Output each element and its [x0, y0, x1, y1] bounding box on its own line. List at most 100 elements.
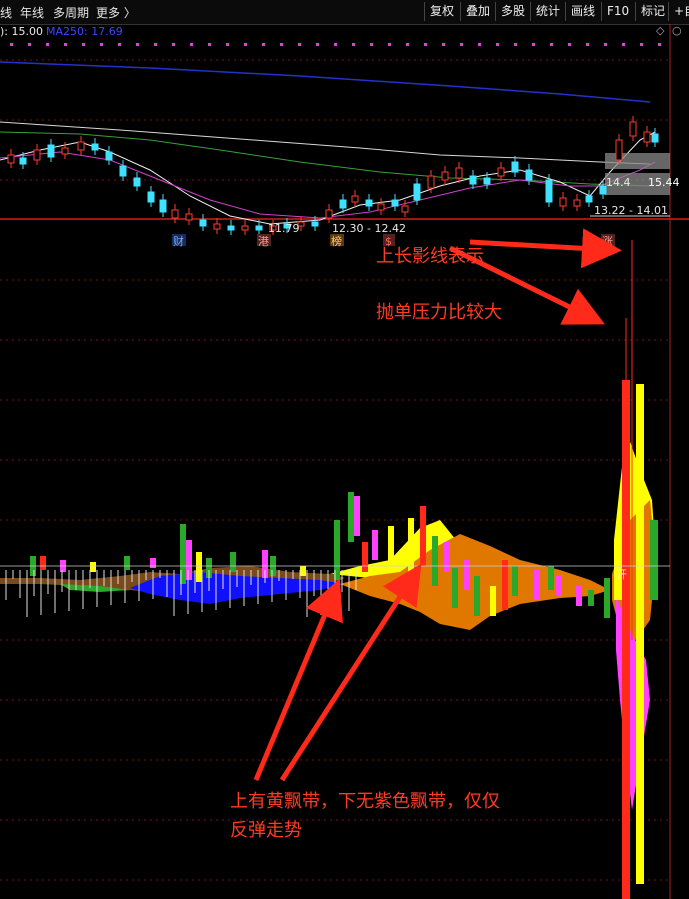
- candle-body: [615, 139, 623, 161]
- candle-body: [413, 183, 421, 201]
- signal-dot: [460, 43, 463, 46]
- indicator-bar: [432, 536, 438, 586]
- candle-body: [651, 133, 659, 143]
- range-right-label: 13.22 - 14.01: [594, 204, 668, 217]
- signal-dot: [352, 43, 355, 46]
- indicator-ribbons: [0, 430, 656, 810]
- indicator-bar: [576, 586, 582, 606]
- candle-body: [7, 154, 15, 164]
- signal-dot: [316, 43, 319, 46]
- signal-dot: [208, 43, 211, 46]
- candle-body: [159, 199, 167, 213]
- event-marker-hk[interactable]: 港: [258, 235, 269, 248]
- ma-green-line: [0, 131, 651, 187]
- event-marker-rise[interactable]: 涨: [602, 235, 613, 248]
- annotation-bottom-line2: 反弹走势: [230, 820, 302, 841]
- candle-body: [365, 199, 373, 207]
- indicator-bar: [196, 552, 202, 582]
- indicator-bar: [636, 384, 644, 884]
- indicator-bar: [300, 566, 306, 576]
- ma250-line: [0, 61, 651, 103]
- candle-body: [91, 143, 99, 151]
- candle-body: [441, 171, 449, 181]
- candle-body: [483, 177, 491, 185]
- candle-body: [105, 151, 113, 161]
- signal-dot: [118, 43, 121, 46]
- candle-body: [525, 169, 533, 181]
- indicator-bar: [348, 492, 354, 542]
- candle-body: [401, 205, 409, 213]
- candle-body: [47, 144, 55, 158]
- price-box-upper: [605, 153, 670, 169]
- signal-dot: [244, 43, 247, 46]
- signal-dots-row: [10, 43, 661, 46]
- signal-dot: [568, 43, 571, 46]
- signal-dot: [262, 43, 265, 46]
- annotation-top-line1: 上长影线表示: [376, 246, 484, 267]
- candle-body: [455, 167, 463, 179]
- annotation-top-line2: 抛单压力比较大: [376, 302, 502, 323]
- signal-dot: [100, 43, 103, 46]
- indicator-bar: [622, 380, 630, 899]
- chart-canvas: 11.79 12.30 - 12.42 14.4 15.44 13.22 - 1…: [0, 24, 689, 899]
- signal-dot: [586, 43, 589, 46]
- candle-body: [339, 199, 347, 209]
- candle-body: [511, 161, 519, 173]
- signal-dot: [172, 43, 175, 46]
- indicator-bar: [604, 578, 610, 618]
- signal-dot: [550, 43, 553, 46]
- signal-dot: [46, 43, 49, 46]
- candlestick-group: [7, 116, 659, 235]
- indicator-bar: [362, 542, 368, 572]
- signal-dot: [334, 43, 337, 46]
- indicator-bar: [230, 552, 236, 572]
- candle-body: [629, 121, 637, 137]
- signal-dot: [280, 43, 283, 46]
- candle-body: [311, 221, 319, 227]
- signal-dot: [622, 43, 625, 46]
- signal-dot: [496, 43, 499, 46]
- indicator-bar: [388, 526, 394, 566]
- indicator-bar: [150, 558, 156, 568]
- candle-body: [19, 157, 27, 165]
- indicator-bar: [90, 562, 96, 572]
- signal-dot: [478, 43, 481, 46]
- indicator-bar: [420, 506, 426, 566]
- indicator-bar: [534, 570, 540, 600]
- candle-body: [325, 209, 333, 219]
- candle-body: [351, 195, 359, 203]
- signal-dot: [28, 43, 31, 46]
- candle-body: [227, 225, 235, 231]
- indicator-bar: [354, 496, 360, 536]
- candle-body: [133, 177, 141, 187]
- candle-body: [199, 219, 207, 227]
- candle-body: [545, 179, 553, 203]
- signal-dot: [154, 43, 157, 46]
- price-prefix-label: 14.4: [606, 176, 631, 189]
- signal-dot: [514, 43, 517, 46]
- indicator-bar: [186, 540, 192, 580]
- signal-dot: [190, 43, 193, 46]
- candle-body: [77, 141, 85, 151]
- candle-body: [147, 191, 155, 203]
- signal-dot: [406, 43, 409, 46]
- candle-body: [213, 223, 221, 230]
- signal-dot: [640, 43, 643, 46]
- candle-body: [427, 175, 435, 189]
- candle-body: [185, 213, 193, 221]
- event-marker-rank[interactable]: 榜: [331, 234, 342, 248]
- indicator-bar: [502, 560, 508, 610]
- candle-body: [497, 167, 505, 177]
- zero-line-label: 开: [616, 568, 627, 581]
- candle-body: [643, 131, 651, 143]
- signal-dot: [10, 43, 13, 46]
- indicator-bar: [124, 556, 130, 570]
- price-right-label: 15.44: [648, 176, 680, 189]
- event-marker-finance[interactable]: 财: [173, 234, 184, 248]
- candle-body: [241, 225, 249, 231]
- signal-dot: [64, 43, 67, 46]
- signal-dot: [82, 43, 85, 46]
- indicator-bar: [464, 560, 470, 590]
- indicator-bar: [556, 576, 562, 596]
- indicator-bar: [512, 566, 518, 596]
